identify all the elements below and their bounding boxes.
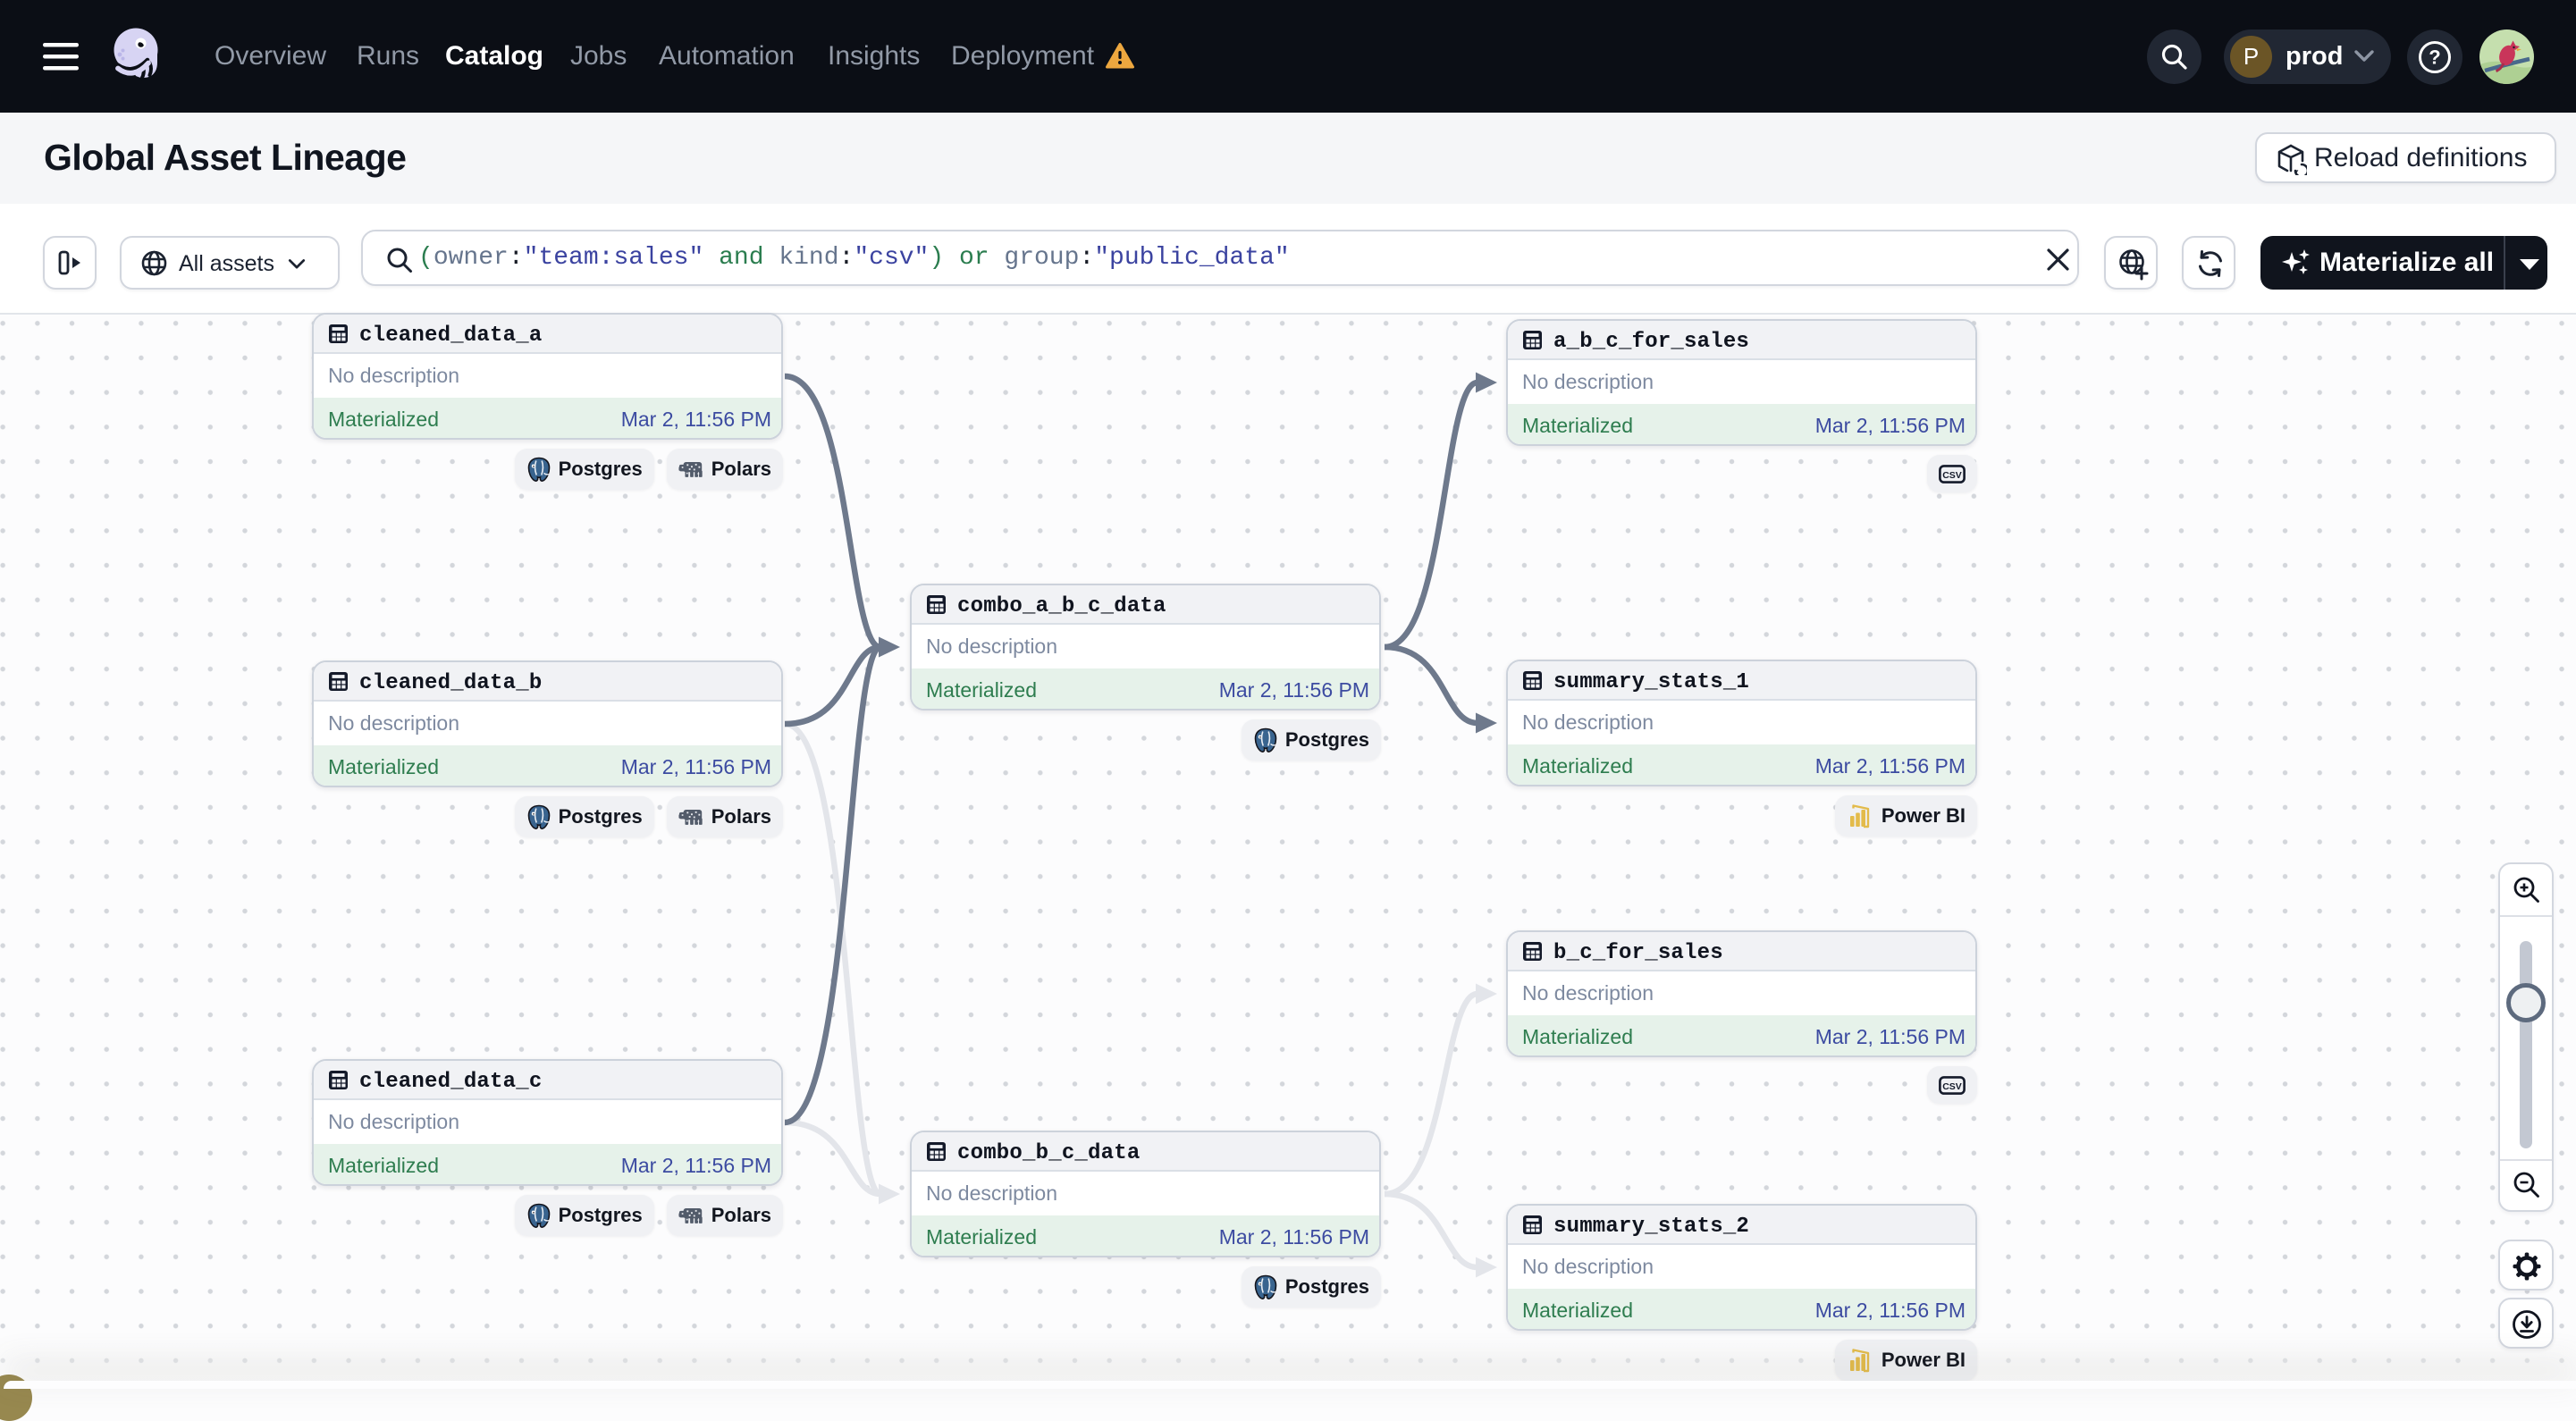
svg-text:?: ? bbox=[2429, 46, 2440, 69]
svg-text:CSV: CSV bbox=[1942, 469, 1962, 480]
svg-text:CSV: CSV bbox=[1942, 1080, 1962, 1091]
